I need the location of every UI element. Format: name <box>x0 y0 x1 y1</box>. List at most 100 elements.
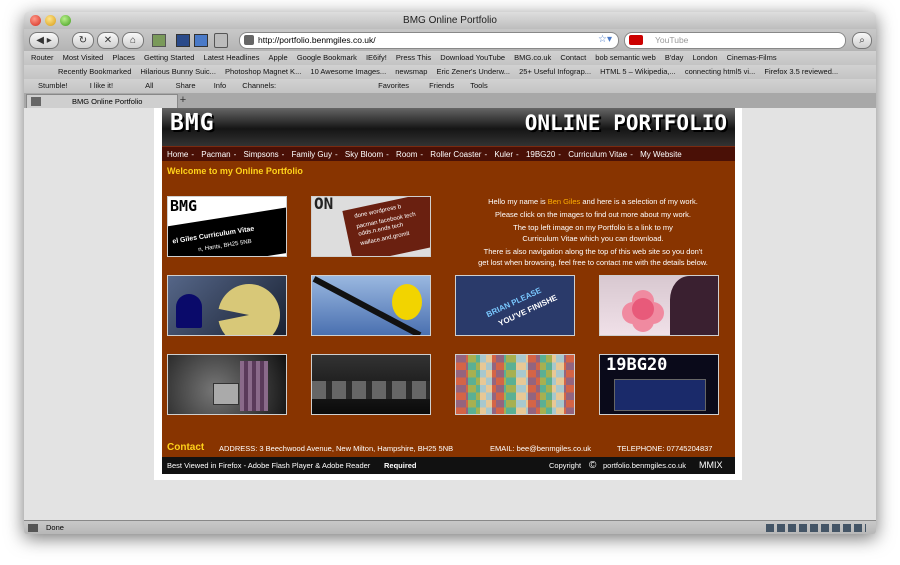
bookmark-item[interactable]: London <box>692 51 717 65</box>
bookmark-item[interactable]: newsmap <box>395 65 427 79</box>
bookmark-item[interactable]: Most Visited <box>63 51 104 65</box>
addon-status-icons[interactable] <box>766 524 866 532</box>
back-button[interactable]: ◀ ▸ <box>29 32 59 49</box>
bookmark-item[interactable]: Latest Headlines <box>204 51 260 65</box>
bookmark-item[interactable]: 10 Awesome Images... <box>310 65 386 79</box>
bookmark-item[interactable]: HTML 5 – Wikipedia,... <box>600 65 676 79</box>
bookmark-item[interactable]: B'day <box>665 51 684 65</box>
bookmark-item[interactable]: Firefox 3.5 reviewed... <box>764 65 838 79</box>
search-box[interactable]: YouTube <box>624 32 846 49</box>
thumb-kuler[interactable] <box>455 354 575 415</box>
toolbar-item[interactable]: Share <box>176 79 196 93</box>
menu-sky-bloom[interactable]: Sky Bloom <box>345 150 383 159</box>
portfolio-site: BMG ONLINE PORTFOLIO Home - Pacman - Simps… <box>154 108 742 480</box>
url-bar[interactable]: http://portfolio.benmgiles.co.uk/ ☆▾ <box>239 32 619 49</box>
bookmark-item[interactable]: connecting html5 vi... <box>685 65 755 79</box>
homer-figure <box>392 284 422 320</box>
stop-icon: ✕ <box>103 35 113 46</box>
intro-line: The top left image on my Portfolio is a … <box>513 223 673 232</box>
best-viewed-text: Best Viewed in Firefox - Adobe Flash Pla… <box>167 461 371 470</box>
pacman-figure <box>218 284 280 335</box>
menu-roller-coaster[interactable]: Roller Coaster <box>430 150 481 159</box>
close-window-button[interactable] <box>30 15 41 26</box>
zoom-window-button[interactable] <box>60 15 71 26</box>
thumb-sky-bloom[interactable] <box>599 275 719 336</box>
intro-line: Hello my name is <box>488 197 548 206</box>
bookmark-item[interactable]: IE6ify! <box>366 51 387 65</box>
intro-line: Please click on the images to find out m… <box>495 210 691 219</box>
stop-button[interactable]: ✕ <box>97 32 119 49</box>
contact-email[interactable]: EMAIL: bee@benmgiles.co.uk <box>490 444 591 453</box>
search-icon: ⌕ <box>859 35 865 46</box>
bookmark-item[interactable]: bob semantic web <box>595 51 655 65</box>
main-content: Welcome to my Online Portfolio BMG el Gi… <box>162 161 735 457</box>
url-text: http://portfolio.benmgiles.co.uk/ <box>258 35 376 45</box>
home-button[interactable]: ⌂ <box>122 32 144 49</box>
required-text: Required <box>384 461 417 470</box>
reload-button[interactable]: ↻ <box>72 32 94 49</box>
bookmark-item[interactable]: Recently Bookmarked <box>58 65 131 79</box>
minimize-window-button[interactable] <box>45 15 56 26</box>
home-icon: ⌂ <box>129 35 137 46</box>
menu-my-website[interactable]: My Website <box>640 150 682 159</box>
sidebar-icon[interactable] <box>194 34 208 47</box>
thumb-roller-coaster[interactable] <box>311 354 431 415</box>
footer-year: MMIX <box>699 460 723 470</box>
bookmark-toolbar-icon[interactable] <box>176 34 190 47</box>
thumb-word-cloud[interactable]: ON done wordpress b pacman facebook tech… <box>311 196 431 257</box>
bookmark-item[interactable]: Router <box>31 51 54 65</box>
author-name: Ben Giles <box>547 197 581 206</box>
extension-icon[interactable] <box>152 34 166 47</box>
menu-room[interactable]: Room <box>396 150 417 159</box>
bookmark-item[interactable]: Google Bookmark <box>297 51 357 65</box>
menu-kuler[interactable]: Kuler <box>494 150 513 159</box>
menu-home[interactable]: Home <box>167 150 188 159</box>
menu-simpsons[interactable]: Simpsons <box>244 150 279 159</box>
bookmark-item[interactable]: Apple <box>269 51 288 65</box>
intro-text: Hello my name is Ben Giles and here is a… <box>458 196 728 268</box>
bookmark-item[interactable]: Places <box>112 51 135 65</box>
contact-address: ADDRESS: 3 Beechwood Avenue, New Milton,… <box>219 444 454 453</box>
toolbar-item[interactable]: I like it! <box>90 79 113 93</box>
star-bookmark-icon[interactable]: ☆▾ <box>598 34 612 45</box>
bmg-logo: BMG <box>170 110 215 136</box>
bookmark-item[interactable]: Getting Started <box>144 51 194 65</box>
site-favicon <box>244 35 254 45</box>
thumb-19bg20[interactable]: 19BG20 <box>599 354 719 415</box>
toolbar-item[interactable]: Stumble! <box>38 79 68 93</box>
new-tab-button[interactable]: + <box>176 94 190 107</box>
bookmark-item[interactable]: Photoshop Magnet K... <box>225 65 301 79</box>
thumb-simpsons[interactable] <box>311 275 431 336</box>
bookmark-item[interactable]: Eric Zener's Underw... <box>436 65 510 79</box>
toolbar-item[interactable]: All <box>145 79 153 93</box>
tab-bar: BMG Online Portfolio + <box>24 93 876 109</box>
menu-19bg20[interactable]: 19BG20 <box>526 150 555 159</box>
bookmark-item[interactable]: Press This <box>396 51 431 65</box>
thumb-family-guy[interactable]: BRIAN PLEASE YOU'VE FINISHE <box>455 275 575 336</box>
toolbar-item[interactable]: Info <box>214 79 227 93</box>
thumb-curriculum-vitae[interactable]: BMG el Giles Curriculum Vitae n, Hants, … <box>167 196 287 257</box>
bookmark-item[interactable]: BMG.co.uk <box>514 51 551 65</box>
youtube-search-engine-icon[interactable] <box>629 35 643 45</box>
page-viewport: BMG ONLINE PORTFOLIO Home - Pacman - Simps… <box>24 108 876 520</box>
tab-portfolio[interactable]: BMG Online Portfolio <box>26 94 178 109</box>
toolbar-item[interactable]: Tools <box>470 79 488 93</box>
bookmarks-toolbar: Router Most Visited Places Getting Start… <box>24 51 876 66</box>
menu-pacman[interactable]: Pacman <box>201 150 230 159</box>
back-arrow-icon: ◀ ▸ <box>36 35 52 46</box>
thumb-room[interactable] <box>167 354 287 415</box>
search-magnifier-button[interactable]: ⌕ <box>852 32 872 49</box>
toolbar-item[interactable]: Friends <box>429 79 454 93</box>
toolbar-item[interactable]: Favorites <box>378 79 409 93</box>
intro-line: and here is a selection of my work. <box>580 197 698 206</box>
menu-curriculum-vitae[interactable]: Curriculum Vitae <box>568 150 627 159</box>
menu-family-guy[interactable]: Family Guy <box>292 150 332 159</box>
thumb-pacman[interactable] <box>167 275 287 336</box>
site-title: ONLINE PORTFOLIO <box>524 111 727 135</box>
bookmark-item[interactable]: Hilarious Bunny Suic... <box>140 65 215 79</box>
bookmark-item[interactable]: Download YouTube <box>440 51 505 65</box>
bookmark-item[interactable]: Contact <box>560 51 586 65</box>
downloads-icon[interactable] <box>214 33 228 48</box>
bookmark-item[interactable]: 25+ Useful Infograp... <box>519 65 591 79</box>
bookmark-item[interactable]: Cinemas-Films <box>727 51 777 65</box>
